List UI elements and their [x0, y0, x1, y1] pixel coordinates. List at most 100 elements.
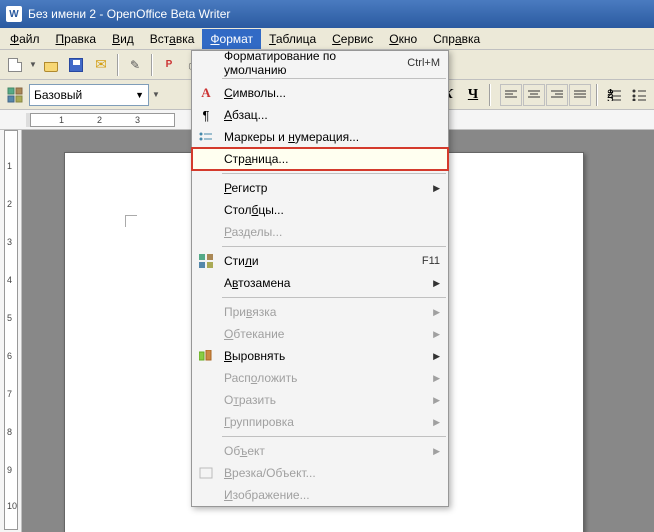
menu-item-label: Форматирование по умолчанию — [220, 49, 397, 77]
menu-item-label: Регистр — [220, 181, 433, 195]
menu-item-label: Столбцы... — [220, 203, 440, 217]
menu-item-label: Маркеры и нумерация... — [220, 130, 440, 144]
blank-icon — [192, 440, 220, 462]
separator — [489, 84, 491, 106]
new-button[interactable] — [4, 54, 26, 76]
blank-icon — [192, 301, 220, 323]
submenu-arrow-icon: ▶ — [433, 278, 440, 289]
align-justify-button[interactable] — [569, 84, 591, 106]
menu-item-label: Расположить — [220, 371, 433, 385]
blank-icon — [192, 323, 220, 345]
menu-item-абзац[interactable]: ¶Абзац... — [192, 104, 448, 126]
frame-icon — [192, 462, 220, 484]
menu-item-label: Группировка — [220, 415, 433, 429]
submenu-arrow-icon: ▶ — [433, 329, 440, 340]
align-center-button[interactable] — [523, 84, 545, 106]
menu-таблица[interactable]: Таблица — [261, 29, 324, 49]
menu-item-стили[interactable]: СтилиF11 — [192, 250, 448, 272]
bullets-button[interactable] — [628, 84, 650, 106]
menu-item-автозамена[interactable]: Автозамена▶ — [192, 272, 448, 294]
email-button[interactable]: ✉ — [90, 54, 112, 76]
menu-item-label: Автозамена — [220, 276, 433, 290]
menu-item-label: Объект — [220, 444, 433, 458]
menu-файл[interactable]: Файл — [2, 29, 48, 49]
blank-icon — [192, 367, 220, 389]
submenu-arrow-icon: ▶ — [433, 373, 440, 384]
open-button[interactable] — [40, 54, 62, 76]
menu-окно[interactable]: Окно — [381, 29, 425, 49]
style-value: Базовый — [34, 88, 82, 102]
menu-item-label: Символы... — [220, 86, 440, 100]
dropdown-arrow-icon[interactable]: ▼ — [152, 90, 160, 99]
menu-item-форматированиепоумолчанию[interactable]: Форматирование по умолчаниюCtrl+M — [192, 51, 448, 75]
dropdown-arrow-icon[interactable]: ▼ — [29, 60, 37, 69]
menu-item-label: Выровнять — [220, 349, 433, 363]
menu-item-выровнять[interactable]: Выровнять▶ — [192, 345, 448, 367]
styles-icon — [192, 250, 220, 272]
menu-item-отразить: Отразить▶ — [192, 389, 448, 411]
separator — [117, 54, 119, 76]
submenu-arrow-icon: ▶ — [433, 183, 440, 194]
submenu-arrow-icon: ▶ — [433, 446, 440, 457]
menu-item-привязка: Привязка▶ — [192, 301, 448, 323]
submenu-arrow-icon: ▶ — [433, 395, 440, 406]
submenu-arrow-icon: ▶ — [433, 307, 440, 318]
menu-item-label: Отразить — [220, 393, 433, 407]
pdf-export-button[interactable]: P — [158, 54, 180, 76]
window-title: Без имени 2 - OpenOffice Beta Writer — [28, 7, 230, 21]
menu-item-столбцы[interactable]: Столбцы... — [192, 199, 448, 221]
menu-item-label: Разделы... — [220, 225, 440, 239]
para-icon: ¶ — [192, 104, 220, 126]
format-menu-dropdown: Форматирование по умолчаниюCtrl+M AСимвол… — [191, 50, 449, 507]
blank-icon — [192, 177, 220, 199]
menu-item-регистр[interactable]: Регистр▶ — [192, 177, 448, 199]
menu-item-группировка: Группировка▶ — [192, 411, 448, 433]
menu-сервис[interactable]: Сервис — [324, 29, 381, 49]
menu-item-маркерыинумерация[interactable]: Маркеры и нумерация... — [192, 126, 448, 148]
blank-icon — [192, 148, 220, 170]
menu-item-label: Изображение... — [220, 488, 440, 502]
blank-icon — [192, 272, 220, 294]
vertical-ruler[interactable]: 1 2 3 4 5 6 7 8 9 10 — [0, 130, 22, 532]
bullets-icon — [192, 126, 220, 148]
blank-icon — [192, 484, 220, 506]
menu-вид[interactable]: Вид — [104, 29, 142, 49]
menu-item-страница[interactable]: Страница... — [192, 148, 448, 170]
margin-mark-icon — [125, 215, 137, 227]
edit-button[interactable]: ✎ — [124, 54, 146, 76]
align-left-button[interactable] — [500, 84, 522, 106]
menu-separator — [222, 173, 446, 174]
blank-icon — [192, 199, 220, 221]
menubar: ФайлПравкаВидВставкаФорматТаблицаСервисО… — [0, 28, 654, 50]
menu-item-label: Абзац... — [220, 108, 440, 122]
menu-вставка[interactable]: Вставка — [142, 29, 203, 49]
underline-button[interactable]: Ч — [462, 84, 484, 106]
submenu-arrow-icon: ▶ — [433, 417, 440, 428]
menu-формат[interactable]: Формат — [202, 29, 261, 49]
styles-toggle-button[interactable] — [4, 84, 26, 106]
menu-item-расположить: Расположить▶ — [192, 367, 448, 389]
app-icon: W — [6, 6, 22, 22]
menu-item-label: Стили — [220, 254, 412, 268]
numbering-button[interactable]: 123 — [603, 84, 625, 106]
save-button[interactable] — [65, 54, 87, 76]
paragraph-style-select[interactable]: Базовый ▼ — [29, 84, 149, 106]
menu-separator — [222, 436, 446, 437]
align-right-button[interactable] — [546, 84, 568, 106]
menu-shortcut: Ctrl+M — [397, 57, 440, 69]
menu-item-врезкаобъект: Врезка/Объект... — [192, 462, 448, 484]
menu-справка[interactable]: Справка — [425, 29, 488, 49]
menu-item-label: Привязка — [220, 305, 433, 319]
menu-separator — [222, 246, 446, 247]
menu-item-изображение: Изображение... — [192, 484, 448, 506]
menu-item-символы[interactable]: AСимволы... — [192, 82, 448, 104]
separator — [596, 84, 598, 106]
blank-icon — [192, 389, 220, 411]
char-icon: A — [192, 82, 220, 104]
blank-icon — [192, 221, 220, 243]
align-icon — [192, 345, 220, 367]
menu-правка[interactable]: Правка — [48, 29, 105, 49]
submenu-arrow-icon: ▶ — [433, 351, 440, 362]
menu-separator — [222, 78, 446, 79]
separator — [151, 54, 153, 76]
